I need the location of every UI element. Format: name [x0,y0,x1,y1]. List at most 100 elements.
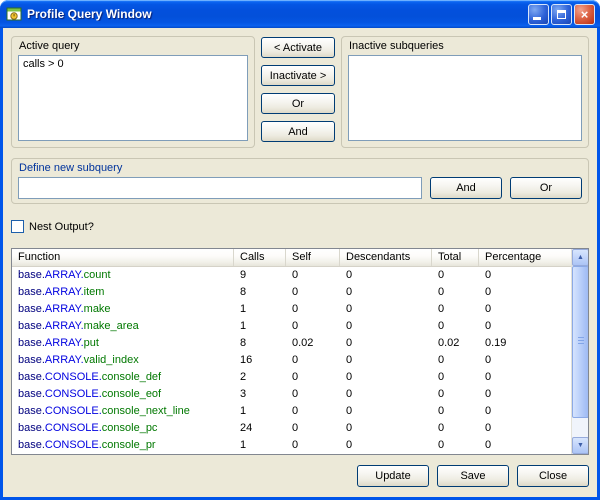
function-name: base.ARRAY.count [12,267,234,284]
cell-percentage: 0 [479,386,571,403]
function-name: base.CONSOLE.console_eof [12,386,234,403]
cell-total: 0 [432,284,479,301]
client-area: Active query calls > 0 < Activate Inacti… [3,28,597,497]
table-row[interactable]: base.ARRAY.count90000 [12,267,571,284]
cell-calls: 2 [234,369,286,386]
function-name: base.ARRAY.put [12,335,234,352]
cell-percentage: 0 [479,352,571,369]
table-row[interactable]: base.ARRAY.make10000 [12,301,571,318]
inactivate-button[interactable]: Inactivate > [261,65,335,86]
table-row[interactable]: base.CONSOLE.console_pr10000 [12,437,571,454]
close-icon: × [581,8,589,21]
column-header-descendants[interactable]: Descendants [340,249,432,266]
cell-calls: 8 [234,284,286,301]
maximize-button[interactable] [551,4,572,25]
cell-descendants: 0 [340,420,432,437]
cell-calls: 24 [234,420,286,437]
active-query-list[interactable]: calls > 0 [18,55,248,141]
function-name: base.ARRAY.make [12,301,234,318]
cell-calls: 3 [234,386,286,403]
update-button[interactable]: Update [357,465,429,487]
and-button[interactable]: And [261,121,335,142]
inactive-subqueries-group: Inactive subqueries [341,36,589,148]
cell-self: 0.02 [286,335,340,352]
cell-total: 0 [432,267,479,284]
vertical-scrollbar[interactable]: ▲ ▼ [571,249,588,454]
cell-self: 0 [286,352,340,369]
cell-self: 0 [286,403,340,420]
table-row[interactable]: base.ARRAY.valid_index160000 [12,352,571,369]
cell-percentage: 0 [479,318,571,335]
cell-percentage: 0 [479,437,571,454]
table-body: base.ARRAY.count90000base.ARRAY.item8000… [12,267,571,454]
scroll-thumb[interactable] [572,266,589,418]
cell-percentage: 0 [479,420,571,437]
profile-query-window: Profile Query Window × Active query call… [0,0,600,500]
subquery-or-button[interactable]: Or [510,177,582,199]
app-icon [6,6,22,22]
cell-descendants: 0 [340,386,432,403]
cell-percentage: 0 [479,369,571,386]
window-title: Profile Query Window [27,7,526,21]
cell-self: 0 [286,318,340,335]
cell-calls: 16 [234,352,286,369]
cell-total: 0.02 [432,335,479,352]
table-row[interactable]: base.ARRAY.put80.0200.020.19 [12,335,571,352]
cell-total: 0 [432,318,479,335]
define-subquery-group: Define new subquery And Or [11,158,589,204]
function-name: base.CONSOLE.console_def [12,369,234,386]
cell-descendants: 0 [340,369,432,386]
function-name: base.ARRAY.item [12,284,234,301]
table-row[interactable]: base.CONSOLE.console_next_line10000 [12,403,571,420]
cell-total: 0 [432,437,479,454]
column-header-self[interactable]: Self [286,249,340,266]
table-row[interactable]: base.ARRAY.make_area10000 [12,318,571,335]
column-header-calls[interactable]: Calls [234,249,286,266]
titlebar[interactable]: Profile Query Window × [0,0,600,28]
cell-descendants: 0 [340,284,432,301]
inactive-subqueries-list[interactable] [348,55,582,141]
function-name: base.CONSOLE.console_pc [12,420,234,437]
close-button[interactable]: × [574,4,595,25]
function-name: base.ARRAY.make_area [12,318,234,335]
or-button[interactable]: Or [261,93,335,114]
active-query-group: Active query calls > 0 [11,36,255,148]
scroll-down-icon[interactable]: ▼ [572,437,589,454]
subquery-input[interactable] [18,177,422,199]
cell-percentage: 0 [479,267,571,284]
function-name: base.ARRAY.valid_index [12,352,234,369]
column-header-total[interactable]: Total [432,249,479,266]
table-row[interactable]: base.CONSOLE.console_def20000 [12,369,571,386]
close-dialog-button[interactable]: Close [517,465,589,487]
activate-button[interactable]: < Activate [261,37,335,58]
table-row[interactable]: base.CONSOLE.console_pc240000 [12,420,571,437]
active-query-item[interactable]: calls > 0 [23,58,64,70]
cell-self: 0 [286,267,340,284]
query-action-buttons: < Activate Inactivate > Or And [261,36,335,148]
save-button[interactable]: Save [437,465,509,487]
cell-total: 0 [432,369,479,386]
define-subquery-label: Define new subquery [12,159,588,177]
cell-calls: 9 [234,267,286,284]
cell-calls: 1 [234,437,286,454]
cell-self: 0 [286,369,340,386]
cell-percentage: 0 [479,284,571,301]
profile-table: Function Calls Self Descendants Total Pe… [11,248,589,455]
cell-percentage: 0 [479,301,571,318]
cell-descendants: 0 [340,437,432,454]
scroll-up-icon[interactable]: ▲ [572,249,589,266]
column-header-function[interactable]: Function [12,249,234,266]
cell-total: 0 [432,420,479,437]
minimize-button[interactable] [528,4,549,25]
cell-total: 0 [432,403,479,420]
inactive-subqueries-label: Inactive subqueries [342,37,588,55]
subquery-and-button[interactable]: And [430,177,502,199]
cell-self: 0 [286,301,340,318]
cell-descendants: 0 [340,301,432,318]
column-header-percentage[interactable]: Percentage [479,249,571,266]
cell-calls: 1 [234,403,286,420]
table-row[interactable]: base.ARRAY.item80000 [12,284,571,301]
cell-calls: 8 [234,335,286,352]
table-row[interactable]: base.CONSOLE.console_eof30000 [12,386,571,403]
nest-output-checkbox[interactable] [11,220,24,233]
